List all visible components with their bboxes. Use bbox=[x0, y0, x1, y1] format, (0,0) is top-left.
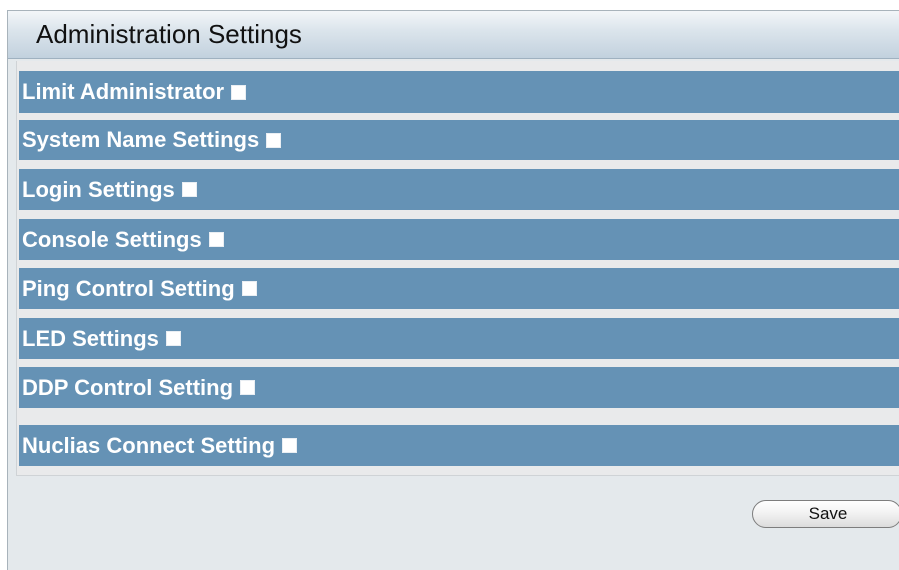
led-settings-checkbox[interactable] bbox=[165, 331, 181, 346]
setting-label: Nuclias Connect Setting bbox=[22, 432, 276, 458]
setting-label: DDP Control Setting bbox=[22, 374, 234, 400]
setting-label: Login Settings bbox=[22, 176, 175, 202]
setting-label: Ping Control Setting bbox=[22, 275, 235, 301]
ping-control-setting-checkbox[interactable] bbox=[241, 281, 257, 296]
page-title: Administration Settings bbox=[36, 19, 302, 49]
setting-row-ping-control: Ping Control Setting bbox=[19, 268, 899, 309]
setting-row-login: Login Settings bbox=[19, 169, 899, 210]
setting-label: Limit Administrator bbox=[22, 79, 225, 104]
setting-row-limit-administrator: Limit Administrator bbox=[19, 71, 899, 113]
setting-row-console: Console Settings bbox=[19, 219, 899, 260]
limit-administrator-checkbox[interactable] bbox=[231, 84, 247, 100]
system-name-settings-checkbox[interactable] bbox=[266, 132, 282, 148]
nuclias-connect-setting-checkbox[interactable] bbox=[282, 438, 298, 453]
setting-row-system-name: System Name Settings bbox=[19, 120, 899, 160]
setting-row-nuclias-connect: Nuclias Connect Setting bbox=[19, 425, 899, 466]
setting-label: System Name Settings bbox=[22, 127, 260, 152]
ddp-control-setting-checkbox[interactable] bbox=[240, 380, 256, 395]
save-button[interactable]: Save bbox=[752, 500, 899, 528]
setting-label: LED Settings bbox=[22, 325, 159, 351]
setting-row-ddp-control: DDP Control Setting bbox=[19, 367, 899, 408]
administration-settings-panel: Administration Settings Limit Administra… bbox=[7, 10, 899, 570]
console-settings-checkbox[interactable] bbox=[208, 232, 224, 247]
setting-label: Console Settings bbox=[22, 226, 202, 252]
login-settings-checkbox[interactable] bbox=[181, 182, 197, 197]
save-button-label: Save bbox=[808, 504, 848, 523]
setting-row-led: LED Settings bbox=[19, 318, 899, 359]
panel-header: Administration Settings bbox=[8, 11, 899, 59]
settings-list: Limit Administrator System Name Settings… bbox=[16, 61, 899, 476]
